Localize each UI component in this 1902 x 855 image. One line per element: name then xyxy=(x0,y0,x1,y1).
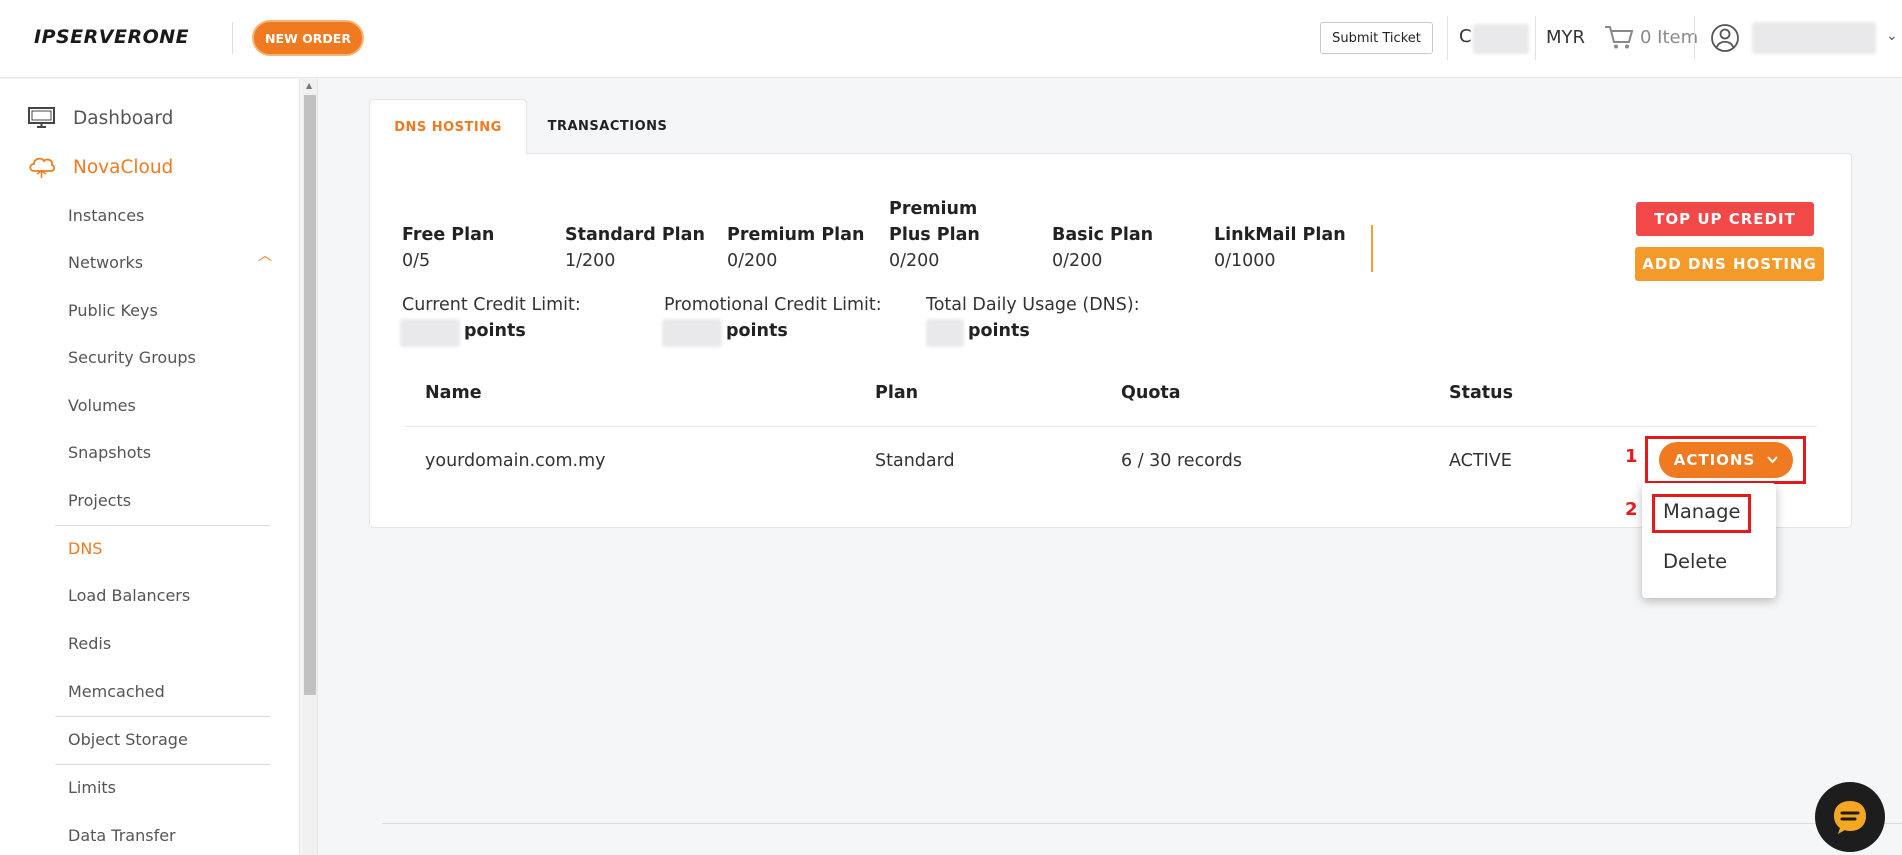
header-divider xyxy=(1447,16,1448,60)
cart-button[interactable]: 0 Item xyxy=(1604,24,1698,50)
dns-hosting-panel: Free Plan 0/5 Standard Plan 1/200 Premiu… xyxy=(369,153,1852,528)
sidebar-divider xyxy=(55,764,270,765)
plan-free: Free Plan 0/5 xyxy=(402,222,494,274)
plan-premium-plus: Premium Plus Plan 0/200 xyxy=(889,196,1019,274)
monitor-icon xyxy=(28,107,55,128)
sidebar-item-volumes[interactable]: Volumes xyxy=(68,396,136,415)
top-up-credit-button[interactable]: TOP UP CREDIT xyxy=(1636,202,1814,236)
add-dns-hosting-button[interactable]: ADD DNS HOSTING xyxy=(1635,247,1824,281)
plans-divider xyxy=(1371,225,1373,272)
sidebar-item-label: Dashboard xyxy=(73,107,174,129)
cart-icon xyxy=(1605,26,1634,49)
annotation-label-step-2: 2 xyxy=(1625,499,1638,520)
plan-usage: 0/200 xyxy=(889,251,940,271)
actions-dropdown-button[interactable]: ACTIONS xyxy=(1659,442,1793,478)
user-name-redacted[interactable] xyxy=(1752,22,1876,54)
chevron-down-icon[interactable]: ⌄ xyxy=(1886,28,1898,44)
plan-usage: 1/200 xyxy=(565,251,616,271)
sidebar: Dashboard NovaCloud ︿ Instances Networks… xyxy=(0,79,300,855)
ipserverone-logo[interactable]: IPSERVERONE xyxy=(34,26,189,48)
sidebar-item-label: NovaCloud xyxy=(73,156,174,178)
column-header-quota[interactable]: Quota xyxy=(1121,383,1181,403)
cloud-icon xyxy=(29,157,55,178)
sidebar-item-object-storage[interactable]: Object Storage xyxy=(68,730,188,749)
user-avatar-icon[interactable] xyxy=(1710,23,1740,53)
logo-divider xyxy=(232,22,233,54)
tab-transactions[interactable]: TRANSACTIONS xyxy=(540,99,675,154)
annotation-box-step-2 xyxy=(1652,494,1751,533)
column-header-status[interactable]: Status xyxy=(1449,383,1513,403)
credit-balance-redacted xyxy=(1473,24,1529,54)
daily-usage-label: Total Daily Usage (DNS): xyxy=(926,295,1140,315)
plan-name: LinkMail Plan xyxy=(1214,225,1346,245)
submit-ticket-button[interactable]: Submit Ticket xyxy=(1320,22,1433,54)
cart-count-label: 0 Item xyxy=(1640,26,1699,48)
sidebar-item-instances[interactable]: Instances xyxy=(68,206,144,225)
plan-usage: 0/200 xyxy=(727,251,778,271)
chat-support-button[interactable] xyxy=(1815,782,1885,852)
sidebar-item-load-balancers[interactable]: Load Balancers xyxy=(68,586,190,605)
actions-button-label: ACTIONS xyxy=(1673,451,1756,469)
daily-usage-value-redacted xyxy=(926,319,964,347)
sidebar-item-novacloud[interactable]: NovaCloud xyxy=(28,155,173,179)
plan-name: Premium Plus Plan xyxy=(889,199,980,245)
sidebar-item-limits[interactable]: Limits xyxy=(68,778,116,797)
scrollbar-thumb[interactable] xyxy=(304,95,316,695)
plan-name: Free Plan xyxy=(402,225,495,245)
header-divider xyxy=(1694,16,1695,60)
promotional-credit-label: Promotional Credit Limit: xyxy=(664,295,882,315)
header-divider xyxy=(1535,16,1536,60)
current-credit-unit: points xyxy=(464,321,526,341)
sidebar-item-security-groups[interactable]: Security Groups xyxy=(68,348,196,367)
tab-dns-hosting[interactable]: DNS HOSTING xyxy=(369,99,527,154)
footer-divider xyxy=(382,823,1902,824)
sidebar-item-projects[interactable]: Projects xyxy=(68,491,131,510)
sidebar-divider xyxy=(55,525,270,526)
chevron-down-icon xyxy=(1767,456,1779,464)
plan-name: Standard Plan xyxy=(565,225,705,245)
chevron-up-icon[interactable]: ︿ xyxy=(258,245,272,265)
status-cell: ACTIVE xyxy=(1449,451,1512,471)
table-row-divider xyxy=(405,426,1817,427)
sidebar-item-snapshots[interactable]: Snapshots xyxy=(68,443,151,462)
plan-name: Premium Plan xyxy=(727,225,865,245)
domain-name-cell: yourdomain.com.my xyxy=(425,451,606,471)
sidebar-item-networks[interactable]: Networks xyxy=(68,253,143,272)
sidebar-item-data-transfer[interactable]: Data Transfer xyxy=(68,826,176,845)
annotation-label-step-1: 1 xyxy=(1625,446,1638,467)
plan-linkmail: LinkMail Plan 0/1000 xyxy=(1214,222,1346,274)
daily-usage-unit: points xyxy=(968,321,1030,341)
menu-item-delete[interactable]: Delete xyxy=(1663,550,1727,573)
promotional-credit-value-redacted xyxy=(662,319,722,347)
column-header-plan[interactable]: Plan xyxy=(875,383,918,403)
top-header: IPSERVERONE NEW ORDER Submit Ticket C MY… xyxy=(0,0,1902,78)
sidebar-item-public-keys[interactable]: Public Keys xyxy=(68,301,158,320)
currency-selector[interactable]: MYR xyxy=(1546,27,1585,48)
plan-usage: 0/200 xyxy=(1052,251,1103,271)
plan-usage: 0/1000 xyxy=(1214,251,1276,271)
new-order-button[interactable]: NEW ORDER xyxy=(252,20,364,56)
sidebar-item-dashboard[interactable]: Dashboard xyxy=(28,107,173,129)
chat-bubble-icon xyxy=(1834,801,1866,834)
current-credit-label: Current Credit Limit: xyxy=(402,295,581,315)
promotional-credit-unit: points xyxy=(726,321,788,341)
sidebar-scrollbar[interactable]: ▲ xyxy=(302,79,318,855)
current-credit-value-redacted xyxy=(400,319,460,347)
plan-usage: 0/5 xyxy=(402,251,431,271)
sidebar-item-memcached[interactable]: Memcached xyxy=(68,682,165,701)
scroll-up-arrow-icon[interactable]: ▲ xyxy=(306,81,312,90)
credit-prefix: C xyxy=(1459,26,1472,47)
quota-cell: 6 / 30 records xyxy=(1121,451,1243,471)
plan-name: Basic Plan xyxy=(1052,225,1154,245)
sidebar-item-redis[interactable]: Redis xyxy=(68,634,111,653)
plan-premium: Premium Plan 0/200 xyxy=(727,222,864,274)
plan-basic: Basic Plan 0/200 xyxy=(1052,222,1153,274)
column-header-name[interactable]: Name xyxy=(425,383,482,403)
plan-cell: Standard xyxy=(875,451,955,471)
sidebar-item-dns[interactable]: DNS xyxy=(68,539,102,558)
plan-standard: Standard Plan 1/200 xyxy=(565,222,705,274)
sidebar-divider xyxy=(55,716,270,717)
